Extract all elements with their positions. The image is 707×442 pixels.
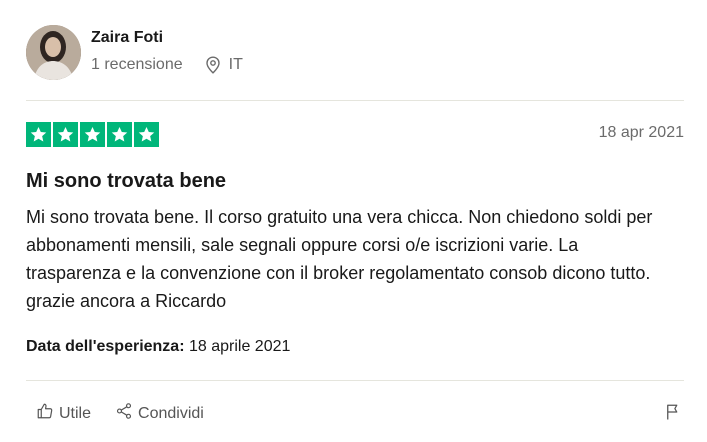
useful-label: Utile <box>59 404 92 422</box>
avatar-image <box>26 25 81 80</box>
review-title[interactable]: Mi sono trovata bene <box>26 170 226 193</box>
star-rating <box>26 122 159 147</box>
reviews-count: 1 recensione <box>91 56 183 73</box>
review-card: Zaira Foti 1 recensione IT 18 apr 2021 M… <box>26 0 684 442</box>
review-actions: Utile Condividi <box>36 402 204 425</box>
experience-date: Data dell'esperienza: 18 aprile 2021 <box>26 338 290 356</box>
star-icon <box>80 122 105 147</box>
review-body: Mi sono trovata bene. Il corso gratuito … <box>26 207 653 311</box>
reviewer-country: IT <box>228 56 243 73</box>
star-icon <box>134 122 159 147</box>
share-icon <box>115 402 133 425</box>
reviewer-header: Zaira Foti 1 recensione IT <box>26 25 684 81</box>
review-date: 18 apr 2021 <box>598 124 684 141</box>
useful-button[interactable]: Utile <box>36 402 91 425</box>
star-icon <box>26 122 51 147</box>
thumbs-up-icon <box>36 402 54 425</box>
reviewer-name[interactable]: Zaira Foti <box>91 29 163 47</box>
divider <box>26 380 684 381</box>
star-icon <box>53 122 78 147</box>
reviewer-meta: 1 recensione IT <box>91 56 243 74</box>
location-pin-icon <box>205 56 221 74</box>
share-button[interactable]: Condividi <box>115 402 204 425</box>
experience-value: 18 aprile 2021 <box>188 338 291 355</box>
experience-label: Data dell'esperienza: <box>26 338 185 355</box>
flag-icon[interactable] <box>664 402 682 427</box>
avatar[interactable] <box>26 25 81 80</box>
star-icon <box>107 122 132 147</box>
share-label: Condividi <box>138 404 204 422</box>
divider <box>26 100 684 101</box>
